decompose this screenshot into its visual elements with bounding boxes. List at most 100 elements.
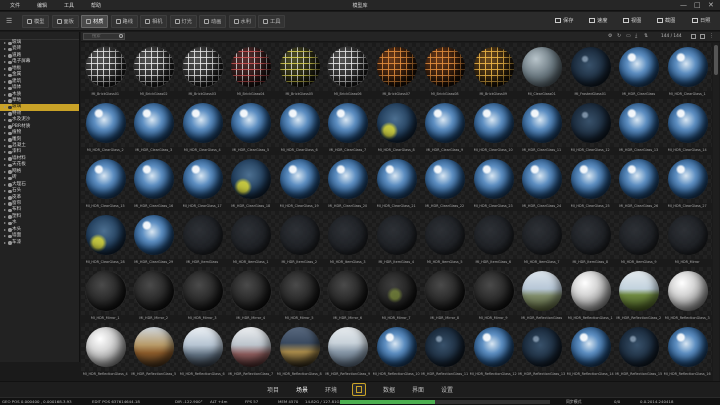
- grid-view-icon[interactable]: [691, 34, 696, 39]
- library-icon[interactable]: [352, 383, 366, 396]
- screenshot-button[interactable]: 截图: [657, 15, 675, 28]
- tab-water[interactable]: 水利: [228, 15, 256, 28]
- material-tile[interactable]: MI_HDR_ClearGlass_25: [566, 155, 615, 211]
- speed-button[interactable]: 速度: [589, 15, 607, 28]
- material-tile[interactable]: MI_HDR_ReflectionGlass_1: [566, 267, 615, 323]
- material-tile[interactable]: MI_HDR_ItemGlass_4: [372, 211, 421, 267]
- material-tile[interactable]: MI_HDR_ClearGlass_26: [614, 155, 663, 211]
- menu-help[interactable]: 帮助: [91, 2, 101, 9]
- material-tile[interactable]: MI_HDR_ItemGlass_8: [566, 211, 615, 267]
- material-tile[interactable]: MI_HDR_ItemGlass_1: [226, 211, 275, 267]
- material-tile[interactable]: MI_HDR_ClearGlass_8: [372, 99, 421, 155]
- material-tile[interactable]: MI_BrickGlass06: [323, 43, 372, 99]
- tab-environment[interactable]: 环境: [325, 385, 337, 394]
- menu-toggle-icon[interactable]: ☰: [6, 17, 12, 25]
- material-tile[interactable]: MI_HDR_ClearGlass_12: [566, 99, 615, 155]
- tab-data[interactable]: 数据: [383, 385, 395, 394]
- material-tile[interactable]: MI_HDR_ClearGlass_6: [275, 99, 324, 155]
- material-tile[interactable]: MI_HDR_ClearGlass_20: [323, 155, 372, 211]
- settings-icon[interactable]: ⚙: [608, 33, 612, 40]
- material-tile[interactable]: MI_ClearGlass01: [517, 43, 566, 99]
- list-view-icon[interactable]: [700, 34, 705, 39]
- menu-file[interactable]: 文件: [10, 2, 20, 9]
- tab-camera[interactable]: 相机: [140, 15, 168, 28]
- tab-material[interactable]: 材质: [81, 15, 109, 28]
- material-tile[interactable]: MI_HDR_ClearGlass_28: [81, 211, 130, 267]
- material-tile[interactable]: MI_HDR_ClearGlass_9: [420, 99, 469, 155]
- chevron-right-icon[interactable]: ▸: [4, 240, 6, 246]
- material-tile[interactable]: MI_HDR_ClearGlass_29: [129, 211, 178, 267]
- material-tile[interactable]: MI_BrickGlass03: [178, 43, 227, 99]
- tab-scene[interactable]: 场景: [296, 385, 308, 394]
- material-tile[interactable]: MI_HDR_ClearGlass_27: [663, 155, 712, 211]
- material-tile[interactable]: MI_HDR_ReflectionGlass_6: [178, 323, 227, 379]
- material-tile[interactable]: MI_FrostedGlass01: [566, 43, 615, 99]
- material-tile[interactable]: MI_HDR_ItemGlass: [178, 211, 227, 267]
- material-tile[interactable]: MI_HDR_ClearGlass_1: [663, 43, 712, 99]
- material-tile[interactable]: MI_HDR_ReflectionGlass_12: [469, 323, 518, 379]
- view-button[interactable]: 视图: [623, 15, 641, 28]
- grid-scrollbar[interactable]: [713, 43, 719, 381]
- material-tile[interactable]: MI_BrickGlass07: [372, 43, 421, 99]
- save-button[interactable]: 保存: [555, 15, 573, 28]
- material-tile[interactable]: MI_HDR_ClearGlass: [614, 43, 663, 99]
- material-tile[interactable]: MI_BrickGlass09: [469, 43, 518, 99]
- material-tile[interactable]: MI_HDR_Mirror_1: [81, 267, 130, 323]
- material-tile[interactable]: MI_HDR_Mirror_3: [178, 267, 227, 323]
- material-tile[interactable]: MI_HDR_ClearGlass_3: [129, 99, 178, 155]
- material-tile[interactable]: MI_HDR_ReflectionGlass_16: [663, 323, 712, 379]
- tab-cube[interactable]: 模型: [22, 15, 50, 28]
- material-tile[interactable]: MI_HDR_ClearGlass_15: [81, 155, 130, 211]
- material-tile[interactable]: MI_HDR_ReflectionGlass_2: [614, 267, 663, 323]
- material-tile[interactable]: MI_HDR_ClearGlass_18: [226, 155, 275, 211]
- tab-project[interactable]: 项目: [267, 385, 279, 394]
- material-tile[interactable]: MI_HDR_ClearGlass_11: [517, 99, 566, 155]
- sun-button[interactable]: 日照: [692, 15, 710, 28]
- maximize-icon[interactable]: □: [694, 1, 701, 9]
- sort-icon[interactable]: ⇅: [644, 33, 648, 40]
- material-tile[interactable]: MI_HDR_ClearGlass_21: [372, 155, 421, 211]
- more-icon[interactable]: ⋮: [709, 33, 714, 40]
- material-tile[interactable]: MI_HDR_ClearGlass_22: [420, 155, 469, 211]
- material-tile[interactable]: MI_HDR_ItemGlass_3: [323, 211, 372, 267]
- material-tile[interactable]: MI_HDR_ReflectionGlass_9: [323, 323, 372, 379]
- minimize-icon[interactable]: —: [680, 1, 687, 9]
- material-tile[interactable]: MI_HDR_ReflectionGlass_14: [566, 323, 615, 379]
- material-tile[interactable]: MI_HDR_ReflectionGlass_4: [81, 323, 130, 379]
- material-tile[interactable]: MI_HDR_ReflectionGlass_7: [226, 323, 275, 379]
- material-tile[interactable]: MI_HDR_Mirror_6: [323, 267, 372, 323]
- material-tile[interactable]: MI_HDR_ClearGlass_19: [275, 155, 324, 211]
- material-tile[interactable]: MI_BrickGlass04: [226, 43, 275, 99]
- material-tile[interactable]: MI_HDR_ClearGlass_5: [226, 99, 275, 155]
- material-tile[interactable]: MI_HDR_ReflectionGlass_3: [663, 267, 712, 323]
- tab-settings[interactable]: 设置: [441, 385, 453, 394]
- material-tile[interactable]: MI_HDR_ClearGlass_17: [178, 155, 227, 211]
- menu-edit[interactable]: 编辑: [37, 2, 47, 9]
- folder-icon[interactable]: ▭: [626, 33, 631, 40]
- material-tile[interactable]: MI_BrickGlass05: [275, 43, 324, 99]
- material-tile[interactable]: MI_HDR_Mirror: [663, 211, 712, 267]
- tree-item[interactable]: ▸ 车漆: [0, 240, 79, 246]
- tab-path[interactable]: 路线: [110, 15, 138, 28]
- material-tile[interactable]: MI_HDR_Mirror_5: [275, 267, 324, 323]
- material-tile[interactable]: MI_HDR_ItemGlass_9: [614, 211, 663, 267]
- tab-animation[interactable]: 动画: [199, 15, 227, 28]
- material-tile[interactable]: MI_HDR_ClearGlass_2: [81, 99, 130, 155]
- tab-light[interactable]: 灯光: [169, 15, 197, 28]
- menu-tools[interactable]: 工具: [64, 2, 74, 9]
- scrollbar-thumb[interactable]: [714, 45, 718, 75]
- material-tile[interactable]: MI_HDR_Mirror_8: [420, 267, 469, 323]
- material-tile[interactable]: MI_HDR_Mirror_7: [372, 267, 421, 323]
- material-tile[interactable]: MI_HDR_Mirror_2: [129, 267, 178, 323]
- search-icon[interactable]: [119, 34, 123, 38]
- material-tile[interactable]: MI_HDR_Mirror_9: [469, 267, 518, 323]
- material-tile[interactable]: MI_HDR_ClearGlass_10: [469, 99, 518, 155]
- material-tile[interactable]: MI_HDR_ReflectionGlass_5: [129, 323, 178, 379]
- tab-tool[interactable]: 工具: [258, 15, 286, 28]
- material-tile[interactable]: MI_HDR_ReflectionGlass_11: [420, 323, 469, 379]
- material-tile[interactable]: MI_HDR_ItemGlass_7: [517, 211, 566, 267]
- close-icon[interactable]: ✕: [708, 1, 714, 9]
- material-tile[interactable]: MI_HDR_Mirror_4: [226, 267, 275, 323]
- material-tile[interactable]: MI_HDR_ClearGlass_16: [129, 155, 178, 211]
- material-tile[interactable]: MI_HDR_ClearGlass_14: [663, 99, 712, 155]
